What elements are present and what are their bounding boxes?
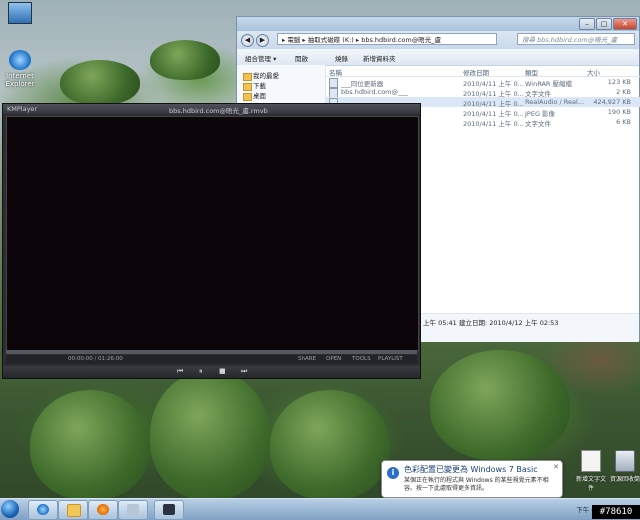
computer-icon: [8, 2, 32, 24]
desktop-icon-ie[interactable]: Internet Explorer: [2, 50, 38, 88]
rock-decoration: [430, 350, 570, 460]
desktop-icon-computer[interactable]: [2, 2, 38, 26]
table-row[interactable]: ___同位更新器 2010/4/11 上午 0... WinRAR 壓縮檔 123 K…: [325, 77, 640, 88]
desktop-icon-label: Internet Explorer: [5, 72, 35, 88]
taskbar-explorer[interactable]: [58, 500, 88, 520]
status-created: 建立日期: 2010/4/12 上午 02:53: [459, 319, 559, 327]
column-date[interactable]: 修改日期: [463, 67, 489, 77]
rock-decoration: [150, 370, 270, 500]
column-type[interactable]: 類型: [525, 67, 538, 77]
transport-controls: ⏮ ⏸ ■ ⏭: [3, 366, 420, 378]
explorer-titlebar[interactable]: – □ ✕: [237, 17, 639, 31]
player-titlebar[interactable]: KMPlayer bbs.hdbird.com@晤光_盧.rmvb: [3, 104, 420, 115]
start-button[interactable]: [1, 500, 19, 518]
folder-icon: [243, 83, 252, 91]
maximize-button[interactable]: □: [596, 18, 612, 30]
player-control-strip: 00:00:00 / 01:26:00 ShARE OPEN TOOLS PLA…: [6, 355, 417, 364]
taskbar-kmplayer[interactable]: [154, 500, 184, 520]
text-file-icon: [581, 450, 601, 472]
close-button[interactable]: ✕: [613, 18, 637, 30]
taskbar: 下午 05:05: [0, 498, 640, 520]
nav-item-downloads[interactable]: 下載: [237, 81, 325, 91]
desktop-icon-label: 資源回收筒: [609, 476, 640, 483]
folder-icon: [67, 504, 81, 517]
nav-item-favorites[interactable]: 我的最愛: [237, 71, 325, 81]
search-input[interactable]: 搜尋 bbs.hdbird.com@晤光_盧: [517, 33, 635, 45]
player-file-title: bbs.hdbird.com@晤光_盧.rmvb: [169, 107, 268, 115]
table-row[interactable]: bbs.hdbird.com@___ 2010/4/11 上午 0... 文字文件 2…: [325, 87, 640, 98]
media-player-icon: [97, 504, 109, 515]
rock-decoration: [150, 40, 220, 80]
taskbar-media-player[interactable]: [88, 500, 118, 520]
desktop-icon-label: 新增文字文件: [575, 476, 606, 492]
taskbar-tool[interactable]: [118, 500, 148, 520]
player-app-name: KMPlayer: [7, 105, 38, 113]
column-size[interactable]: 大小: [587, 67, 600, 77]
balloon-body[interactable]: 某個正在執行的程式與 Windows 的某些視覺元素不相容。按一下此處取得更多資…: [404, 477, 554, 493]
desktop-icon-recycle-bin[interactable]: 資源回收筒: [608, 450, 640, 483]
breadcrumb[interactable]: ▸ 電腦 ▸ 抽取式磁碟 (K:) ▸ bbs.hdbird.com@晤光_盧: [277, 33, 497, 45]
status-modified: 上午 05:41: [423, 319, 457, 327]
new-folder-button[interactable]: 新增資料夾: [363, 53, 396, 63]
column-header: 名稱 修改日期 類型 大小: [325, 65, 640, 77]
rock-decoration: [270, 390, 390, 500]
balloon-title: 色彩配置已變更為 Windows 7 Basic: [404, 465, 538, 474]
notification-balloon[interactable]: i 色彩配置已變更為 Windows 7 Basic 某個正在執行的程式與 Wi…: [381, 460, 563, 498]
star-icon: [243, 73, 252, 81]
nav-item-desktop[interactable]: 桌面: [237, 91, 325, 101]
rock-decoration: [30, 390, 150, 500]
balloon-close-button[interactable]: ✕: [553, 463, 559, 471]
minimize-button[interactable]: –: [579, 18, 595, 30]
video-area[interactable]: [6, 116, 419, 351]
seek-bar[interactable]: [6, 350, 417, 354]
watermark-badge: #78610: [592, 505, 640, 519]
explorer-toolbar: 組合管理 ▾ 開啟 燒錄 新增資料夾: [237, 49, 639, 66]
internet-explorer-icon: [9, 50, 31, 70]
burn-button[interactable]: 燒錄: [335, 53, 348, 63]
back-button[interactable]: ◀: [241, 34, 254, 47]
share-button[interactable]: ShARE: [298, 356, 316, 362]
time-display: 00:00:00 / 01:26:00: [68, 356, 123, 362]
open-button[interactable]: 開啟: [295, 53, 308, 63]
organize-button[interactable]: 組合管理 ▾: [245, 53, 276, 63]
rock-decoration: [60, 60, 140, 105]
recycle-bin-icon: [615, 450, 635, 472]
tool-icon: [127, 504, 139, 515]
desktop-icon-new-text[interactable]: 新增文字文件: [574, 450, 608, 492]
info-icon: i: [387, 467, 399, 479]
pause-button[interactable]: ⏸: [199, 367, 203, 376]
internet-explorer-icon: [37, 504, 49, 515]
next-button[interactable]: ⏭: [241, 367, 247, 376]
media-player-window[interactable]: KMPlayer bbs.hdbird.com@晤光_盧.rmvb 00:00:…: [2, 103, 421, 379]
monitor-icon: [163, 504, 175, 515]
address-bar-area: ◀ ▶ ▸ 電腦 ▸ 抽取式磁碟 (K:) ▸ bbs.hdbird.com@晤…: [237, 31, 639, 49]
tools-button[interactable]: TOOLS: [352, 356, 371, 362]
previous-button[interactable]: ⏮: [177, 367, 183, 376]
playlist-button[interactable]: PLAYLIST: [378, 356, 403, 362]
taskbar-ie[interactable]: [28, 500, 58, 520]
forward-button[interactable]: ▶: [256, 34, 269, 47]
folder-icon: [243, 93, 252, 101]
stop-button[interactable]: ■: [219, 367, 226, 375]
open-button[interactable]: OPEN: [326, 356, 341, 362]
column-name[interactable]: 名稱: [329, 67, 342, 77]
